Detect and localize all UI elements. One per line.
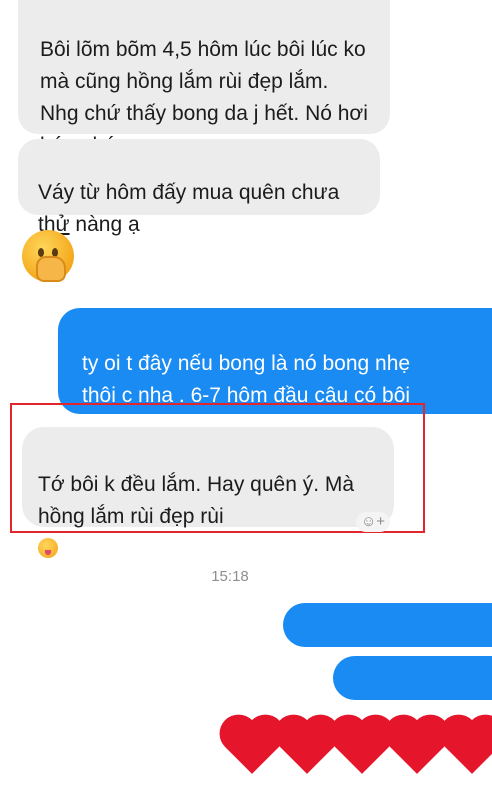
hand-over-mouth-emoji [22, 230, 74, 282]
smiley-add-icon[interactable]: ☺+ [356, 512, 390, 532]
outgoing-message-bubble[interactable]: Thanks tyeu nhé [283, 603, 492, 680]
hearts-message[interactable] [214, 712, 492, 774]
outgoing-message-bubble[interactable]: ty oi t đây nếu bong là nó bong nhẹ thôi… [58, 308, 492, 439]
incoming-message-bubble[interactable]: Váy từ hôm đấy mua quên chưa thử nàng ạ [18, 139, 380, 236]
outgoing-message-bubble[interactable]: Thanks cậu [333, 656, 492, 733]
emoji-hand [36, 256, 66, 282]
message-text: Váy từ hôm đấy mua quên chưa [38, 181, 340, 204]
red-heart-emoji [280, 720, 334, 774]
tongue-out-squint-emoji [38, 538, 58, 558]
chat-thread: Bôi lõm bõm 4,5 hôm lúc bôi lúc ko mà cũ… [0, 0, 492, 800]
message-timestamp: 15:18 [211, 568, 249, 585]
red-heart-emoji [335, 720, 389, 774]
red-heart-emoji [225, 720, 279, 774]
red-heart-emoji [390, 720, 444, 774]
incoming-message-bubble[interactable]: Bôi lõm bõm 4,5 hôm lúc bôi lúc ko mà cũ… [18, 0, 390, 157]
message-text: nàng ạ [69, 213, 140, 236]
red-heart-emoji [445, 720, 492, 774]
